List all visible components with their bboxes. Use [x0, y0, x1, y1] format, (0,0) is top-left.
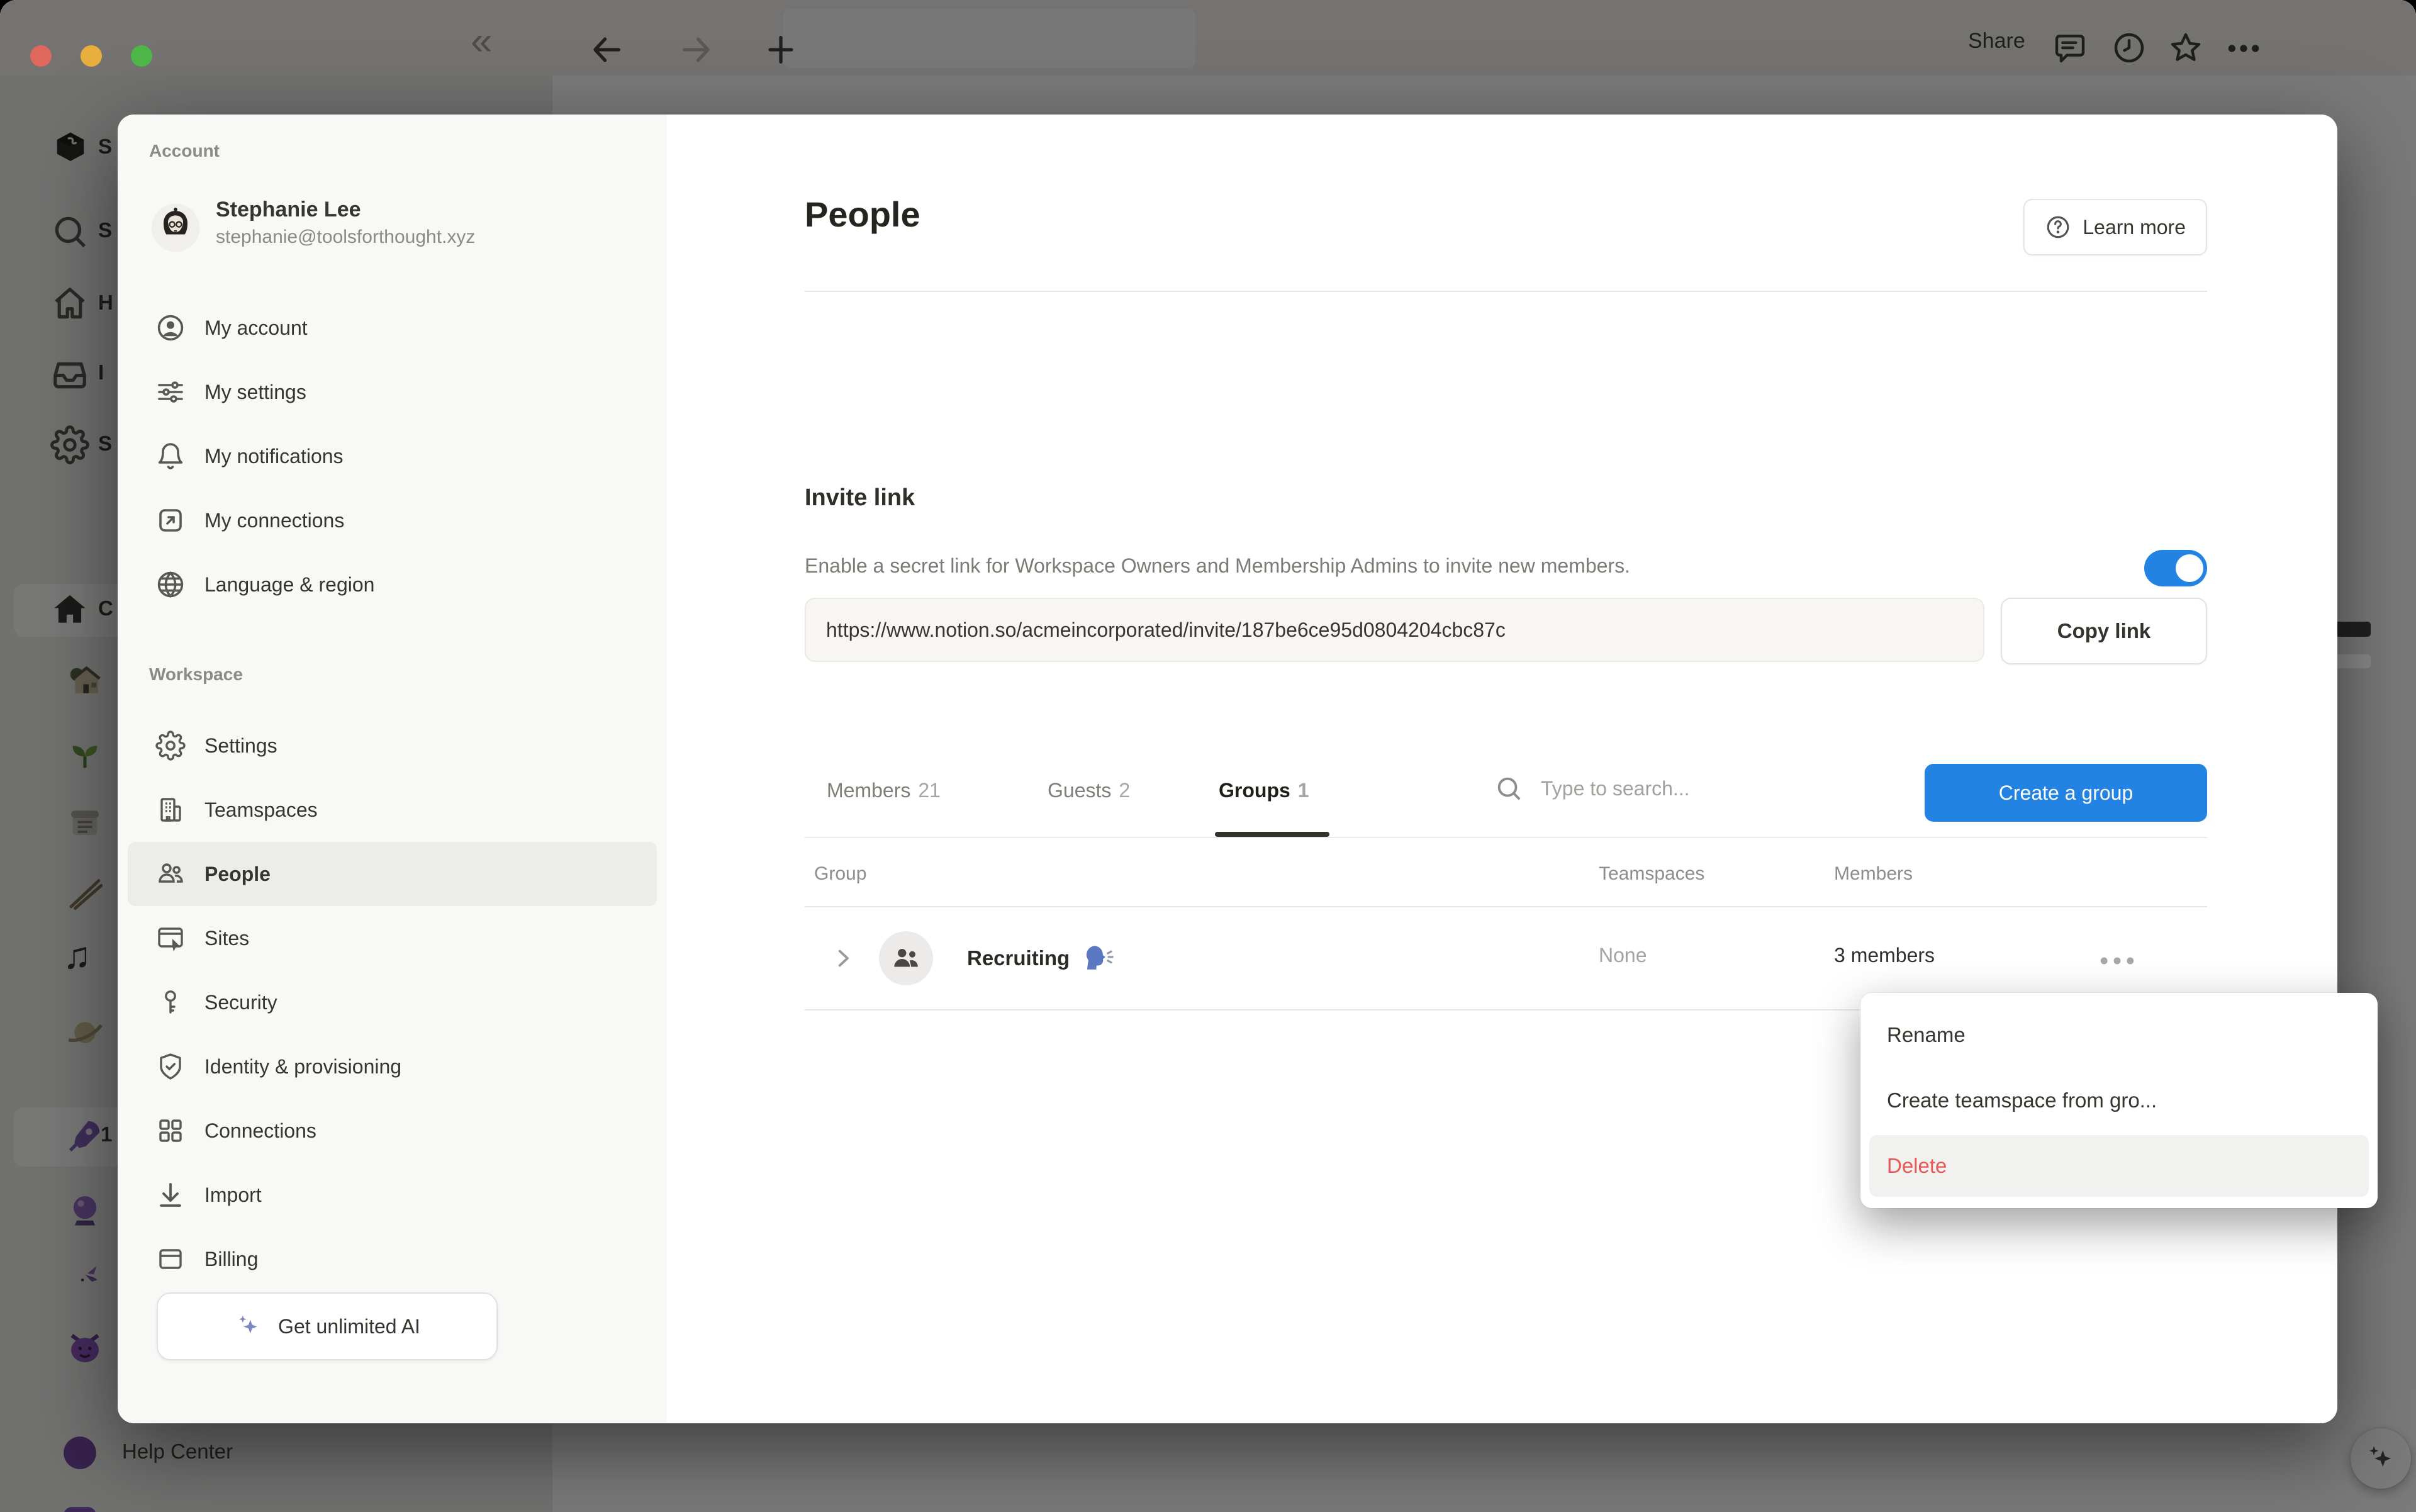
- close-window-button[interactable]: [30, 45, 52, 67]
- group-search[interactable]: [1494, 774, 1813, 803]
- sidebar-item-security[interactable]: Security: [128, 970, 657, 1034]
- sidebar-item-my-connections[interactable]: My connections: [128, 488, 657, 552]
- toggle-knob: [2176, 554, 2203, 582]
- user-email: stephanie@toolsforthought.xyz: [216, 224, 475, 250]
- import-arrow-icon: [155, 1180, 186, 1210]
- person-circle-icon: [155, 313, 186, 343]
- create-group-button[interactable]: Create a group: [1925, 764, 2207, 822]
- tab-groups[interactable]: Groups1: [1219, 779, 1309, 802]
- sparkles-icon: [234, 1312, 263, 1341]
- credit-card-icon: [155, 1244, 186, 1274]
- menu-item-rename[interactable]: Rename: [1869, 1004, 2369, 1066]
- search-icon: [1494, 774, 1523, 803]
- arrow-up-right-square-icon: [155, 505, 186, 535]
- sidebar-item-settings[interactable]: Settings: [128, 714, 657, 778]
- sidebar-item-identity-provisioning[interactable]: Identity & provisioning: [128, 1034, 657, 1099]
- invite-link-description: Enable a secret link for Workspace Owner…: [805, 549, 1862, 583]
- people-icon: [155, 859, 186, 889]
- account-user-row[interactable]: Stephanie Lee stephanie@toolsforthought.…: [152, 195, 475, 252]
- zoom-window-button[interactable]: [131, 45, 152, 67]
- get-unlimited-ai-button[interactable]: Get unlimited AI: [157, 1292, 498, 1360]
- key-icon: [155, 987, 186, 1017]
- user-name: Stephanie Lee: [216, 195, 475, 224]
- building-icon: [155, 795, 186, 825]
- minimize-window-button[interactable]: [81, 45, 102, 67]
- expand-chevron-icon[interactable]: [830, 945, 856, 972]
- settings-main: People Learn more Invite link Enable a s…: [667, 115, 2337, 1423]
- sidebar-item-my-account[interactable]: My account: [128, 296, 657, 360]
- group-name: Recruiting: [967, 943, 1115, 974]
- account-menu: My account My settings My notifications …: [128, 296, 657, 617]
- bell-icon: [155, 441, 186, 471]
- sidebar-item-import[interactable]: Import: [128, 1163, 657, 1227]
- sidebar-item-language-region[interactable]: Language & region: [128, 552, 657, 617]
- workspace-section-label: Workspace: [149, 664, 243, 685]
- tabs-divider: [805, 837, 2207, 838]
- search-input[interactable]: [1540, 776, 1813, 801]
- grid-icon: [155, 1116, 186, 1146]
- settings-modal: Account Stephanie Lee stephanie@toolsfor…: [118, 115, 2337, 1423]
- invite-link-input[interactable]: [805, 598, 1984, 662]
- group-members-cell: 3 members: [1834, 944, 1935, 967]
- sidebar-item-my-notifications[interactable]: My notifications: [128, 424, 657, 488]
- group-people-icon: [890, 943, 922, 974]
- group-context-menu: Rename Create teamspace from gro... Dele…: [1860, 993, 2378, 1208]
- user-avatar: [152, 204, 199, 252]
- workspace-menu: Settings Teamspaces People Sites Securit…: [128, 714, 657, 1291]
- column-header-group: Group: [814, 863, 866, 885]
- page-edge-dark-bar: [2332, 622, 2371, 637]
- traffic-lights: [30, 45, 152, 67]
- row-menu-ellipsis-icon[interactable]: [2097, 953, 2137, 969]
- user-identity: Stephanie Lee stephanie@toolsforthought.…: [216, 195, 475, 250]
- sliders-icon: [155, 377, 186, 407]
- sidebar-item-teamspaces[interactable]: Teamspaces: [128, 778, 657, 842]
- divider: [805, 291, 2207, 292]
- sidebar-item-sites[interactable]: Sites: [128, 906, 657, 970]
- browser-cursor-icon: [155, 923, 186, 953]
- menu-item-delete[interactable]: Delete: [1869, 1135, 2369, 1197]
- question-circle-icon: [2045, 214, 2071, 240]
- invite-link-heading: Invite link: [805, 484, 915, 512]
- column-header-members: Members: [1834, 863, 1913, 885]
- sidebar-item-people[interactable]: People: [128, 842, 657, 906]
- settings-sidebar: Account Stephanie Lee stephanie@toolsfor…: [118, 115, 667, 1423]
- sidebar-item-connections[interactable]: Connections: [128, 1099, 657, 1163]
- sidebar-item-my-settings[interactable]: My settings: [128, 360, 657, 424]
- learn-more-button[interactable]: Learn more: [2023, 199, 2207, 255]
- speaking-head-emoji-icon: [1083, 943, 1115, 974]
- page-title: People: [805, 194, 920, 235]
- group-avatar: [879, 931, 933, 985]
- tab-guests[interactable]: Guests2: [1048, 779, 1130, 802]
- invite-link-toggle[interactable]: [2144, 550, 2207, 586]
- account-section-label: Account: [149, 141, 220, 161]
- group-teamspaces-cell: None: [1599, 944, 1647, 967]
- shield-check-icon: [155, 1051, 186, 1082]
- column-header-teamspaces: Teamspaces: [1599, 863, 1704, 885]
- gear-icon: [155, 731, 186, 761]
- copy-link-button[interactable]: Copy link: [2001, 598, 2207, 664]
- tab-members[interactable]: Members21: [827, 779, 941, 802]
- globe-icon: [155, 569, 186, 600]
- page-edge-light-bar: [2332, 654, 2371, 668]
- menu-item-create-teamspace[interactable]: Create teamspace from gro...: [1869, 1070, 2369, 1131]
- active-tab-underline: [1215, 832, 1329, 837]
- sidebar-item-billing[interactable]: Billing: [128, 1227, 657, 1291]
